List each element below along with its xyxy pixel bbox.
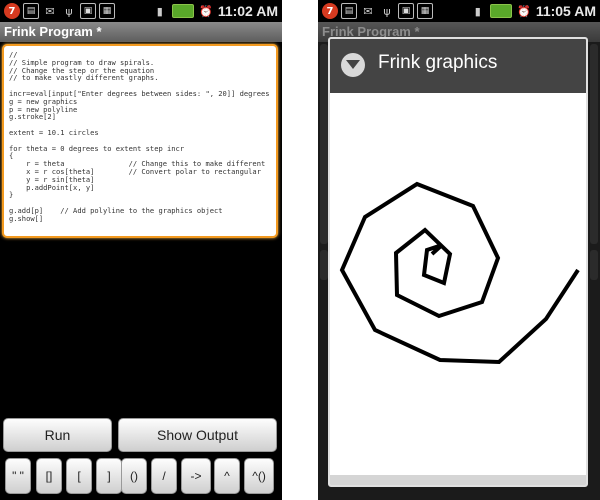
insert-caret-parens-button[interactable]: ^() xyxy=(244,458,274,494)
insert-open-bracket-button[interactable]: [ xyxy=(66,458,92,494)
window-title: Frink Program * xyxy=(4,24,102,39)
status-clock: 11:02 AM xyxy=(217,3,278,19)
usb-debug-icon: ▣ xyxy=(80,3,96,19)
spiral-polyline xyxy=(339,181,580,365)
status-bar: 7 ▤ ✉ ψ ▣ ▦ ▮ ⏰ 11:02 AM xyxy=(0,0,282,22)
background-editor-edge xyxy=(320,44,328,244)
clipboard-icon: ▤ xyxy=(23,3,39,19)
notification-badge-icon: 7 xyxy=(4,3,20,19)
status-clock: 11:05 AM xyxy=(535,3,596,19)
app-icon: ▦ xyxy=(99,3,115,19)
background-button-edge xyxy=(320,250,328,280)
signal-icon: ▮ xyxy=(156,4,163,18)
code-editor[interactable]: // // Simple program to draw spirals. //… xyxy=(2,44,278,238)
insert-arrow-button[interactable]: -> xyxy=(181,458,211,494)
insert-slash-button[interactable]: / xyxy=(151,458,177,494)
gmail-icon: ✉ xyxy=(363,4,373,18)
window-title-bar: Frink Program * xyxy=(0,22,282,42)
dialog-footer xyxy=(330,475,586,485)
graphics-canvas xyxy=(330,93,586,475)
alarm-icon: ⏰ xyxy=(516,4,531,18)
gmail-icon: ✉ xyxy=(45,4,55,18)
battery-icon xyxy=(489,4,512,18)
usb-debug-icon: ▣ xyxy=(398,3,414,19)
status-bar: 7 ▤ ✉ ψ ▣ ▦ ▮ ⏰ 11:05 AM xyxy=(318,0,600,22)
show-output-button[interactable]: Show Output xyxy=(118,418,277,452)
graphics-dialog: Frink graphics xyxy=(328,37,588,487)
battery-icon xyxy=(171,4,194,18)
insert-caret-button[interactable]: ^ xyxy=(214,458,240,494)
usb-icon: ψ xyxy=(383,4,391,18)
clipboard-icon: ▤ xyxy=(341,3,357,19)
dialog-header: Frink graphics xyxy=(330,39,586,93)
insert-close-bracket-button[interactable]: ] xyxy=(96,458,122,494)
phone-screen-graphics: 7 ▤ ✉ ψ ▣ ▦ ▮ ⏰ 11:05 AM Frink Program *… xyxy=(318,0,600,500)
app-icon: ▦ xyxy=(417,3,433,19)
chevron-down-circle-icon[interactable] xyxy=(341,53,365,77)
usb-icon: ψ xyxy=(65,4,73,18)
insert-parens-button[interactable]: () xyxy=(121,458,147,494)
code-text[interactable]: // // Simple program to draw spirals. //… xyxy=(9,51,273,223)
insert-brackets-button[interactable]: [] xyxy=(36,458,62,494)
insert-quotes-button[interactable]: " " xyxy=(5,458,31,494)
alarm-icon: ⏰ xyxy=(198,4,213,18)
phone-screen-editor: 7 ▤ ✉ ψ ▣ ▦ ▮ ⏰ 11:02 AM Frink Program *… xyxy=(0,0,282,500)
signal-icon: ▮ xyxy=(474,4,481,18)
run-button[interactable]: Run xyxy=(3,418,112,452)
background-editor-edge xyxy=(590,44,598,244)
dialog-title: Frink graphics xyxy=(378,52,498,73)
notification-badge-icon: 7 xyxy=(322,3,338,19)
background-button-edge xyxy=(590,250,598,280)
